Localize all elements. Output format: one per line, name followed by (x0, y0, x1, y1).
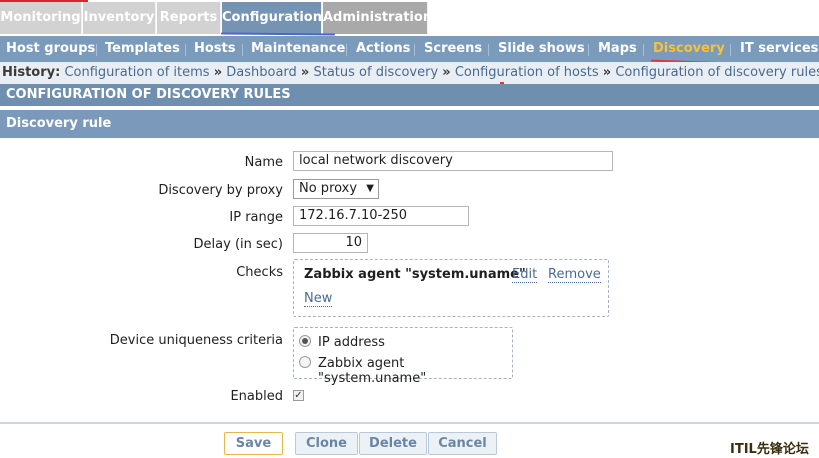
page-title: CONFIGURATION OF DISCOVERY RULES (0, 84, 819, 106)
enabled-label: Enabled (230, 389, 283, 404)
history-link-dashboard[interactable]: Dashboard (226, 65, 297, 80)
subnav-separator (643, 44, 644, 56)
subtab-screens[interactable]: Screens (424, 36, 482, 62)
top-navigation: Monitoring Inventory Reports Configurati… (0, 0, 819, 36)
history-link-discovery-status[interactable]: Status of discovery (313, 65, 438, 80)
subtab-slide-shows[interactable]: Slide shows (498, 36, 585, 62)
radio-ip-address[interactable] (299, 335, 311, 347)
subnav-separator (242, 44, 243, 56)
checks-box: Zabbix agent "system.uname" Edit Remove … (293, 259, 609, 317)
history-separator: » (300, 65, 310, 80)
subtab-host-groups[interactable]: Host groups (6, 36, 95, 62)
history-label: History: (2, 65, 61, 80)
uniqueness-label: Device uniqueness criteria (109, 333, 283, 348)
history-separator: » (442, 65, 451, 80)
subnav-separator (414, 44, 415, 56)
subtab-templates[interactable]: Templates (105, 36, 180, 62)
history-separator: » (602, 65, 612, 80)
watermark-text: ITIL先锋论坛 (730, 442, 809, 457)
sub-navigation: Host groups Templates Hosts Maintenance … (0, 36, 819, 62)
check-edit-link[interactable]: Edit (512, 268, 538, 283)
uniqueness-box: IP address Zabbix agent "system.uname" (293, 327, 513, 386)
subnav-separator (96, 44, 97, 56)
save-button[interactable]: Save (224, 432, 283, 455)
proxy-label: Discovery by proxy (158, 183, 283, 198)
subtab-discovery[interactable]: Discovery (653, 36, 725, 62)
subnav-separator (346, 44, 347, 56)
history-link-discovery-rules[interactable]: Configuration of discovery rules (615, 65, 819, 80)
check-new-link[interactable]: New (304, 292, 333, 307)
tab-inventory[interactable]: Inventory (83, 2, 156, 34)
subtab-actions[interactable]: Actions (356, 36, 410, 62)
delay-label: Delay (in sec) (193, 237, 283, 252)
check-item-name: Zabbix agent "system.uname" (304, 267, 526, 282)
section-title: Discovery rule (0, 110, 819, 138)
ip-range-label: IP range (229, 210, 283, 225)
dropdown-arrow-icon: ▼ (366, 183, 374, 194)
delete-button[interactable]: Delete (359, 432, 427, 455)
ip-range-input[interactable]: 172.16.7.10-250 (293, 206, 469, 226)
clone-button[interactable]: Clone (295, 432, 358, 455)
subnav-separator (588, 44, 589, 56)
radio-ip-address-label: IP address (318, 335, 385, 350)
name-label: Name (244, 155, 283, 170)
history-link-items[interactable]: Configuration of items (64, 65, 209, 80)
tab-configuration[interactable]: Configuration (222, 2, 322, 34)
subnav-separator (185, 44, 186, 56)
proxy-select[interactable]: No proxy ▼ (293, 179, 379, 199)
history-separator: » (213, 65, 223, 80)
subtab-maps[interactable]: Maps (598, 36, 637, 62)
subnav-separator (730, 44, 731, 56)
proxy-selected-value: No proxy (299, 181, 358, 196)
check-remove-link[interactable]: Remove (548, 268, 601, 283)
name-input[interactable]: local network discovery (293, 151, 613, 171)
breadcrumb: History: Configuration of items » Dashbo… (0, 62, 819, 84)
delay-input[interactable]: 10 (293, 233, 368, 253)
subnav-separator (488, 44, 489, 56)
tab-reports[interactable]: Reports (157, 2, 221, 34)
subtab-hosts[interactable]: Hosts (194, 36, 236, 62)
radio-zabbix-agent[interactable] (299, 356, 311, 368)
subtab-it-services[interactable]: IT services (740, 36, 818, 62)
cancel-button[interactable]: Cancel (428, 432, 497, 455)
enabled-checkbox[interactable]: ✓ (293, 390, 304, 401)
tab-administration[interactable]: Administration (323, 2, 432, 34)
subtab-maintenance[interactable]: Maintenance (251, 36, 345, 62)
tab-monitoring[interactable]: Monitoring (0, 2, 82, 34)
history-link-hosts[interactable]: Configuration of hosts (455, 65, 599, 80)
checks-label: Checks (236, 265, 283, 280)
radio-zabbix-agent-label: Zabbix agent "system.uname" (318, 356, 427, 386)
